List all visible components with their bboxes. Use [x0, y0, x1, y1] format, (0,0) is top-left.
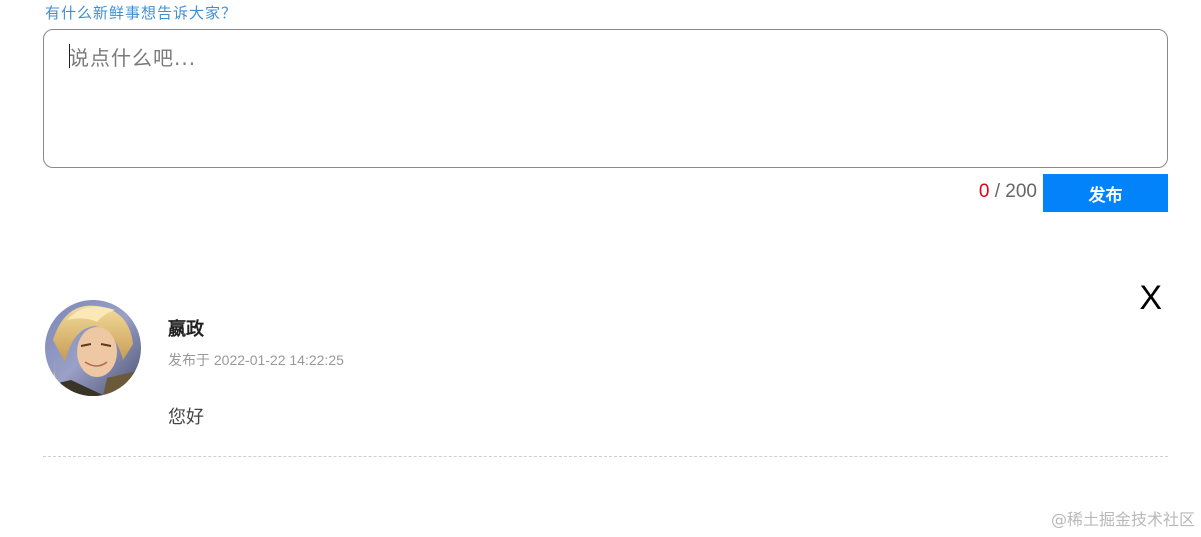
comment-item: 嬴政 发布于 2022-01-22 14:22:25 您好 X: [43, 279, 1168, 457]
publish-button[interactable]: 发布: [1043, 174, 1168, 212]
watermark: @稀土掘金技术社区: [1050, 510, 1195, 529]
counter-max: 200: [1005, 181, 1037, 202]
delete-button[interactable]: X: [1139, 278, 1162, 318]
post-input[interactable]: [43, 29, 1168, 168]
post-time: 发布于 2022-01-22 14:22:25: [168, 352, 344, 368]
counter-separator: /: [989, 181, 1006, 202]
counter-current: 0: [978, 181, 990, 202]
text-caret: [69, 44, 70, 68]
avatar: [45, 300, 141, 396]
character-counter: 0 / 200: [979, 180, 1037, 204]
composer-title: 有什么新鲜事想告诉大家？: [45, 4, 238, 22]
comment-text: 您好: [168, 407, 204, 428]
author-name: 嬴政: [168, 319, 204, 340]
